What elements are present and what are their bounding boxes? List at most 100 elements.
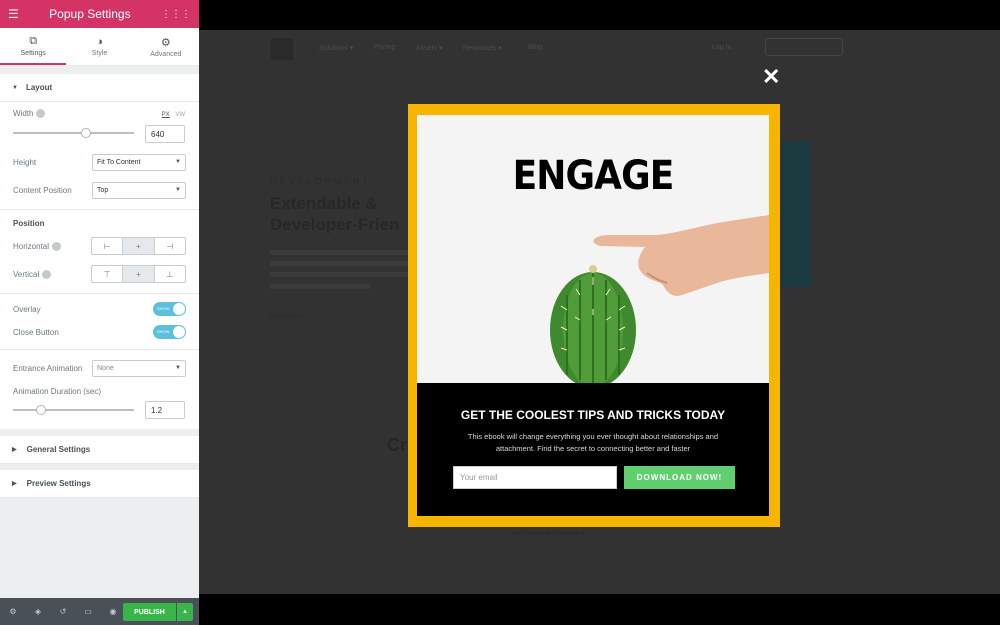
tab-style-label: Style bbox=[91, 50, 108, 57]
animation-duration-slider-track[interactable] bbox=[13, 409, 134, 411]
publish-options-caret-icon[interactable]: ▲ bbox=[177, 603, 193, 621]
site-logo bbox=[271, 38, 293, 60]
panel-empty-area bbox=[0, 498, 199, 598]
layout-section-toggle[interactable]: ▼ Layout bbox=[0, 74, 199, 102]
popup-inner: ENGAGE GET THE COOLEST TIPS AND TRICKS T… bbox=[417, 115, 769, 516]
general-settings-heading: General Settings bbox=[26, 445, 91, 454]
align-left-button[interactable]: ⊢ bbox=[92, 238, 124, 254]
width-control: Width 640 bbox=[0, 104, 199, 144]
panel-gap bbox=[0, 429, 199, 436]
site-body-text bbox=[270, 261, 410, 266]
panel-header: ☰ Popup Settings ⋮⋮⋮ bbox=[0, 0, 199, 28]
animation-duration-slider-handle[interactable] bbox=[36, 405, 46, 415]
responsive-mode-icon[interactable]: ▭ bbox=[81, 605, 95, 619]
overlay-toggle-text: SHOW bbox=[157, 306, 170, 311]
site-footer-link[interactable]: See Preferable Developer ▸ bbox=[511, 530, 585, 537]
layout-icon: ⧉ bbox=[29, 34, 38, 47]
width-slider-track[interactable] bbox=[13, 132, 134, 134]
layout-heading: Layout bbox=[25, 83, 53, 92]
site-login-link[interactable]: Log In bbox=[712, 44, 731, 51]
width-slider-handle[interactable] bbox=[81, 128, 91, 138]
settings-gear-icon[interactable]: ⚙ bbox=[6, 605, 20, 619]
popup-headline: GET THE COOLEST TIPS AND TRICKS TODAY bbox=[460, 408, 726, 422]
content-position-value: Top bbox=[97, 187, 109, 194]
align-right-button[interactable]: ⊣ bbox=[155, 238, 185, 254]
panel-tabs: ⧉ Settings ◑ Style ⚙ Advanced bbox=[0, 28, 199, 66]
site-body-text bbox=[270, 284, 370, 289]
site-body-text bbox=[270, 272, 410, 277]
entrance-animation-select[interactable]: None ▼ bbox=[92, 360, 186, 377]
site-nav-item[interactable]: Solutions ▾ bbox=[319, 44, 353, 52]
height-label: Height bbox=[13, 158, 37, 167]
horizontal-label: Horizontal bbox=[13, 242, 62, 252]
apps-grid-icon[interactable]: ⋮⋮⋮ bbox=[161, 9, 191, 20]
tab-settings-label: Settings bbox=[20, 49, 46, 57]
history-icon[interactable]: ↺ bbox=[56, 605, 70, 619]
divider bbox=[0, 209, 199, 210]
close-button-label: Close Button bbox=[13, 328, 59, 337]
hamburger-menu-icon[interactable]: ☰ bbox=[8, 7, 19, 21]
popup-content: GET THE COOLEST TIPS AND TRICKS TODAY Th… bbox=[417, 383, 769, 516]
entrance-animation-value: None bbox=[97, 365, 114, 372]
email-input[interactable]: Your email bbox=[453, 466, 617, 489]
contrast-icon: ◑ bbox=[96, 36, 103, 48]
toggle-knob bbox=[173, 303, 185, 315]
align-middle-button[interactable]: + bbox=[123, 266, 155, 282]
tab-style[interactable]: ◑ Style bbox=[66, 28, 132, 65]
vertical-position-group: ⊤ + ⊥ bbox=[91, 265, 186, 283]
tab-settings[interactable]: ⧉ Settings bbox=[0, 28, 67, 65]
download-now-button[interactable]: DOWNLOAD NOW! bbox=[624, 466, 735, 489]
caret-down-icon: ▼ bbox=[12, 84, 18, 91]
unit-switcher: PX VW bbox=[162, 112, 185, 118]
content-position-select[interactable]: Top ▼ bbox=[92, 182, 186, 199]
caret-right-icon: ▶ bbox=[12, 447, 17, 453]
preview-settings-section-toggle[interactable]: ▶ Preview Settings bbox=[0, 470, 199, 498]
site-learn-more-link[interactable]: Learn More » bbox=[270, 314, 306, 320]
site-nav-item[interactable]: Resources ▾ bbox=[463, 44, 502, 52]
height-select[interactable]: Fit To Content ▼ bbox=[92, 154, 186, 171]
preview-eye-icon[interactable]: ◉ bbox=[106, 605, 120, 619]
align-center-button[interactable]: + bbox=[123, 238, 155, 254]
site-kicker: DEVELOPMENT bbox=[270, 176, 372, 186]
popup-hero-image: ENGAGE bbox=[417, 115, 769, 388]
horizontal-position-group: ⊢ + ⊣ bbox=[91, 237, 186, 255]
unit-px[interactable]: PX bbox=[162, 112, 170, 118]
tab-advanced-label: Advanced bbox=[150, 50, 182, 58]
site-nav-item[interactable]: Assets ▾ bbox=[416, 44, 442, 52]
site-cta-button[interactable] bbox=[765, 38, 843, 56]
site-section-heading: Cr bbox=[387, 435, 408, 455]
site-nav-item[interactable]: Pricing bbox=[374, 44, 395, 51]
overlay-label: Overlay bbox=[13, 305, 41, 314]
divider bbox=[0, 349, 199, 350]
overlay-toggle[interactable]: SHOW bbox=[153, 302, 186, 316]
popup-description: This ebook will change everything you ev… bbox=[467, 432, 719, 453]
toggle-knob bbox=[173, 326, 185, 338]
width-input[interactable]: 640 bbox=[145, 125, 185, 143]
unit-vw[interactable]: VW bbox=[175, 112, 185, 118]
position-heading: Position bbox=[13, 219, 45, 228]
responsive-icon[interactable] bbox=[36, 109, 46, 119]
align-top-button[interactable]: ⊤ bbox=[92, 266, 124, 282]
popup: ENGAGE GET THE COOLEST TIPS AND TRICKS T… bbox=[408, 104, 780, 527]
hero-line: Developer-Frien bbox=[270, 215, 400, 234]
responsive-icon[interactable] bbox=[52, 242, 62, 252]
site-nav-item[interactable]: Blog bbox=[528, 44, 542, 51]
align-bottom-button[interactable]: ⊥ bbox=[155, 266, 185, 282]
caret-right-icon: ▶ bbox=[12, 481, 17, 487]
publish-button[interactable]: PUBLISH bbox=[123, 603, 176, 621]
popup-engage-title: ENGAGE bbox=[512, 153, 675, 199]
animation-duration-input[interactable]: 1.2 bbox=[145, 401, 185, 419]
tab-advanced[interactable]: ⚙ Advanced bbox=[133, 28, 199, 65]
panel-gap bbox=[0, 66, 199, 74]
general-settings-section-toggle[interactable]: ▶ General Settings bbox=[0, 436, 199, 464]
animation-duration-label: Animation Duration (sec) bbox=[13, 387, 102, 396]
responsive-icon[interactable] bbox=[42, 270, 52, 280]
popup-close-icon[interactable]: ✕ bbox=[762, 64, 780, 90]
chevron-down-icon: ▼ bbox=[175, 159, 181, 165]
layers-icon[interactable]: ◈ bbox=[31, 605, 45, 619]
panel-title: Popup Settings bbox=[49, 7, 131, 21]
close-button-toggle-text: SHOW bbox=[157, 329, 170, 334]
site-image bbox=[781, 141, 811, 287]
close-button-toggle[interactable]: SHOW bbox=[153, 325, 186, 339]
chevron-down-icon: ▼ bbox=[175, 187, 181, 193]
